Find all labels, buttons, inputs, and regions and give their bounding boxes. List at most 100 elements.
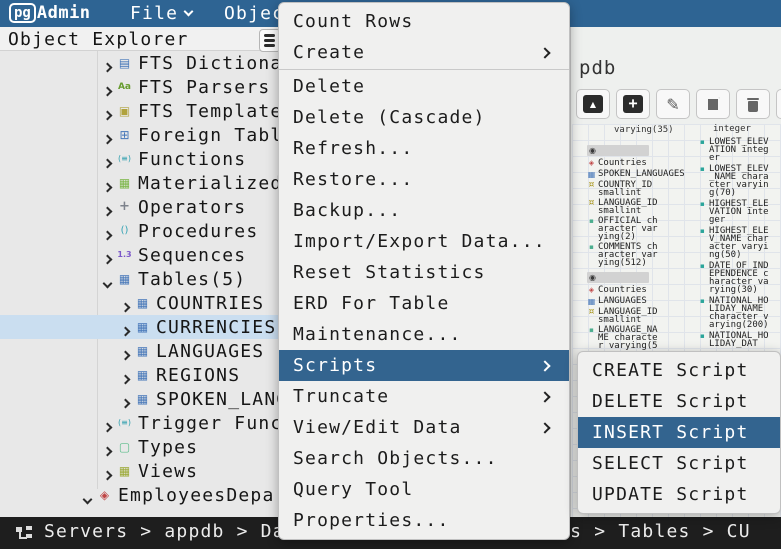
- card-field-language-id-smallint: ¤LANGUAGE_ID smallint: [587, 308, 665, 324]
- chevron-right-icon[interactable]: [103, 135, 113, 145]
- menu-item-backup[interactable]: Backup...: [279, 195, 569, 226]
- chevron-right-icon[interactable]: [103, 87, 113, 97]
- chevron-right-icon[interactable]: [103, 111, 113, 121]
- erd-field-text: DATE_OF_INDEPENDENCE character varying(3…: [709, 262, 771, 294]
- tree-item-label: EmployeesDepa: [118, 485, 274, 506]
- tree-item-label: Operators: [138, 197, 246, 218]
- chevron-right-icon[interactable]: [103, 183, 113, 193]
- type-icon: ▢: [116, 440, 133, 454]
- menu-item-label: Search Objects...: [293, 448, 498, 469]
- tree-item-label: Sequences: [138, 245, 246, 266]
- menu-item-delete[interactable]: Delete: [279, 71, 569, 102]
- submenu-item-label: DELETE Script: [592, 391, 748, 412]
- card-field-countries: ◈Countries: [587, 286, 665, 295]
- erd-tab-label[interactable]: pdb: [579, 57, 616, 79]
- tree-item-label: Tables(5): [138, 269, 246, 290]
- red-diamond-icon: ◈: [96, 488, 113, 502]
- menu-item-create[interactable]: Create: [279, 37, 569, 68]
- fts-dictionary-icon: ▤: [116, 56, 133, 70]
- clone-button[interactable]: [696, 89, 730, 119]
- chevron-right-icon[interactable]: [103, 231, 113, 241]
- image-button[interactable]: [576, 89, 610, 119]
- chevron-down-icon[interactable]: [83, 495, 93, 505]
- column-icon: ▪: [700, 200, 707, 224]
- chevron-right-icon[interactable]: [121, 375, 131, 385]
- key-icon: ¤: [587, 308, 596, 324]
- tree-item-label: Functions: [138, 149, 246, 170]
- add-button[interactable]: [616, 89, 650, 119]
- menu-item-label: Truncate: [293, 386, 389, 407]
- submenu-item-create-script[interactable]: CREATE Script: [578, 355, 780, 386]
- menu-item-properties[interactable]: Properties...: [279, 505, 569, 536]
- table-icon: ▦: [134, 320, 151, 334]
- materialized-view-icon: ▦: [116, 176, 133, 190]
- tree-item-label: Types: [138, 437, 198, 458]
- trigger-function-icon: (≡): [116, 416, 133, 430]
- menu-item-delete-cascade[interactable]: Delete (Cascade): [279, 102, 569, 133]
- erd-field-highest-elevation-integer: ▪HIGHEST_ELEVATION integer: [700, 200, 780, 224]
- copy-icon: [706, 97, 720, 112]
- chevron-right-icon[interactable]: [103, 471, 113, 481]
- submenu-item-label: SELECT Script: [592, 453, 748, 474]
- menu-item-count-rows[interactable]: Count Rows: [279, 6, 569, 37]
- menu-file[interactable]: File: [130, 2, 192, 25]
- chevron-right-icon[interactable]: [103, 447, 113, 457]
- chevron-right-icon[interactable]: [103, 159, 113, 169]
- submenu-item-insert-script[interactable]: INSERT Script: [578, 417, 780, 448]
- chevron-right-icon[interactable]: [121, 303, 131, 313]
- card-field-languages: ▦LANGUAGES: [587, 297, 665, 306]
- chevron-right-icon[interactable]: [103, 63, 113, 73]
- chevron-right-icon[interactable]: [103, 255, 113, 265]
- menu-item-truncate[interactable]: Truncate: [279, 381, 569, 412]
- delete-button[interactable]: [736, 89, 770, 119]
- menu-item-scripts[interactable]: Scripts: [279, 350, 569, 381]
- chevron-down-icon[interactable]: [103, 279, 113, 289]
- column-icon: ▪: [587, 217, 596, 241]
- trash-icon: [747, 97, 759, 112]
- menu-item-label: Query Tool: [293, 479, 413, 500]
- menu-item-label: Refresh...: [293, 138, 413, 159]
- menu-item-search-objects[interactable]: Search Objects...: [279, 443, 569, 474]
- menu-separator: [279, 69, 569, 70]
- erd-table-card[interactable]: ◉ ◈Countries ▦LANGUAGES ¤LANGUAGE_ID smalli…: [587, 272, 665, 352]
- menu-item-label: Backup...: [293, 200, 401, 221]
- chevron-down-icon: [184, 7, 194, 17]
- menu-item-view-edit-data[interactable]: View/Edit Data: [279, 412, 569, 443]
- chevron-right-icon[interactable]: [103, 423, 113, 433]
- menu-item-label: View/Edit Data: [293, 417, 462, 438]
- menu-item-import-export-data[interactable]: Import/Export Data...: [279, 226, 569, 257]
- key-icon: ¤: [587, 181, 596, 197]
- card-field-text: COUNTRY_ID smallint: [598, 181, 658, 197]
- submenu-item-label: CREATE Script: [592, 360, 748, 381]
- chevron-right-icon[interactable]: [121, 351, 131, 361]
- partial-button[interactable]: [776, 89, 781, 119]
- submenu-arrow-icon: [539, 391, 550, 402]
- card-field-text: COMMENTS character varying(512): [598, 243, 658, 267]
- card-field-language-id-smallint: ¤LANGUAGE_ID smallint: [587, 199, 665, 215]
- menu-item-maintenance[interactable]: Maintenance...: [279, 319, 569, 350]
- menu-item-refresh[interactable]: Refresh...: [279, 133, 569, 164]
- table-icon: ▦: [587, 297, 596, 306]
- card-field-text: LANGUAGE_NAME character varying(5: [598, 326, 658, 350]
- submenu-item-select-script[interactable]: SELECT Script: [578, 448, 780, 479]
- key-icon: ¤: [587, 199, 596, 215]
- column-icon: ▪: [587, 326, 596, 350]
- submenu-item-update-script[interactable]: UPDATE Script: [578, 479, 780, 510]
- chevron-right-icon[interactable]: [121, 399, 131, 409]
- menu-item-query-tool[interactable]: Query Tool: [279, 474, 569, 505]
- erd-field-lowest-elev-name-character-varying-70: ▪LOWEST_ELEV_NAME character varying(70): [700, 165, 780, 197]
- chevron-right-icon[interactable]: [121, 327, 131, 337]
- chevron-right-icon[interactable]: [103, 207, 113, 217]
- tree-item-label: REGIONS: [156, 365, 240, 386]
- menu-item-reset-statistics[interactable]: Reset Statistics: [279, 257, 569, 288]
- operator-icon: +: [116, 200, 133, 214]
- edit-button[interactable]: ✎: [656, 89, 690, 119]
- pencil-icon: ✎: [666, 95, 679, 114]
- menu-item-restore[interactable]: Restore...: [279, 164, 569, 195]
- menu-item-erd-for-table[interactable]: ERD For Table: [279, 288, 569, 319]
- pgadmin-window: pg Admin File Object Object Explorer ▤FT…: [0, 0, 781, 549]
- submenu-item-delete-script[interactable]: DELETE Script: [578, 386, 780, 417]
- card-field-countries: ◈Countries: [587, 159, 665, 168]
- eye-icon: ◉: [589, 274, 596, 282]
- erd-table-card[interactable]: ◉◈Countries▦SPOKEN_LANGUAGES¤COUNTRY_ID …: [587, 145, 665, 269]
